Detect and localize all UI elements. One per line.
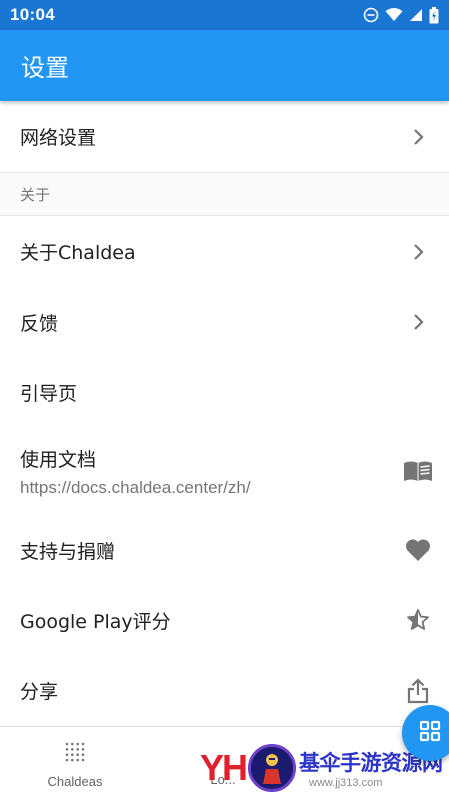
book-icon bbox=[403, 456, 433, 486]
apps-grid-icon bbox=[419, 720, 441, 746]
app-bar: 设置 bbox=[0, 30, 449, 101]
section-header-label: 关于 bbox=[20, 185, 51, 204]
status-bar: 10:04 bbox=[0, 0, 449, 30]
chevron-right-icon bbox=[403, 307, 433, 337]
settings-item-label: Google Play评分 bbox=[20, 610, 171, 633]
settings-item-text: 使用文档 https://docs.chaldea.center/zh/ bbox=[20, 445, 251, 498]
watermark-logo: YH bbox=[200, 746, 248, 788]
settings-list: 网络设置 关于 关于Chaldea 反馈 引导页 使用文档 https://do… bbox=[0, 101, 449, 726]
nav-item-label: Chaldeas bbox=[47, 773, 103, 789]
dots-grid-icon bbox=[63, 740, 87, 768]
chevron-right-icon bbox=[403, 122, 433, 152]
star-half-icon bbox=[403, 605, 433, 635]
do-not-disturb-icon bbox=[363, 7, 379, 23]
page-title: 设置 bbox=[21, 54, 69, 82]
chevron-right-icon bbox=[403, 237, 433, 267]
section-header-about: 关于 bbox=[0, 172, 449, 216]
settings-item-docs[interactable]: 使用文档 https://docs.chaldea.center/zh/ bbox=[0, 427, 449, 515]
settings-item-label: 反馈 bbox=[20, 312, 59, 335]
settings-item-feedback[interactable]: 反馈 bbox=[0, 287, 449, 357]
watermark-emblem-icon bbox=[248, 743, 297, 792]
watermark-url: www.jj313.com bbox=[309, 776, 383, 789]
settings-item-label: 支持与捐赠 bbox=[20, 540, 116, 563]
settings-item-about[interactable]: 关于Chaldea bbox=[0, 216, 449, 287]
status-time: 10:04 bbox=[10, 5, 55, 24]
battery-icon bbox=[429, 6, 439, 24]
wifi-icon bbox=[385, 8, 403, 22]
settings-item-label: 引导页 bbox=[20, 382, 78, 405]
apps-fab-button[interactable] bbox=[402, 705, 449, 761]
signal-icon bbox=[409, 8, 423, 22]
settings-item-label: 使用文档 bbox=[20, 448, 97, 471]
nav-item-chaldeas[interactable]: Chaldeas bbox=[34, 727, 116, 800]
settings-item-guide[interactable]: 引导页 bbox=[0, 357, 449, 427]
share-icon bbox=[403, 676, 433, 706]
settings-item-subtitle: https://docs.chaldea.center/zh/ bbox=[20, 477, 251, 497]
settings-item-network[interactable]: 网络设置 bbox=[0, 101, 449, 172]
settings-item-share[interactable]: 分享 bbox=[0, 655, 449, 726]
status-icons bbox=[363, 6, 439, 24]
settings-item-rate[interactable]: Google Play评分 bbox=[0, 585, 449, 655]
settings-item-label: 分享 bbox=[20, 681, 59, 703]
settings-item-label: 网络设置 bbox=[20, 127, 97, 149]
settings-item-label: 关于Chaldea bbox=[20, 242, 136, 264]
settings-item-support[interactable]: 支持与捐赠 bbox=[0, 515, 449, 585]
heart-icon bbox=[403, 535, 433, 565]
